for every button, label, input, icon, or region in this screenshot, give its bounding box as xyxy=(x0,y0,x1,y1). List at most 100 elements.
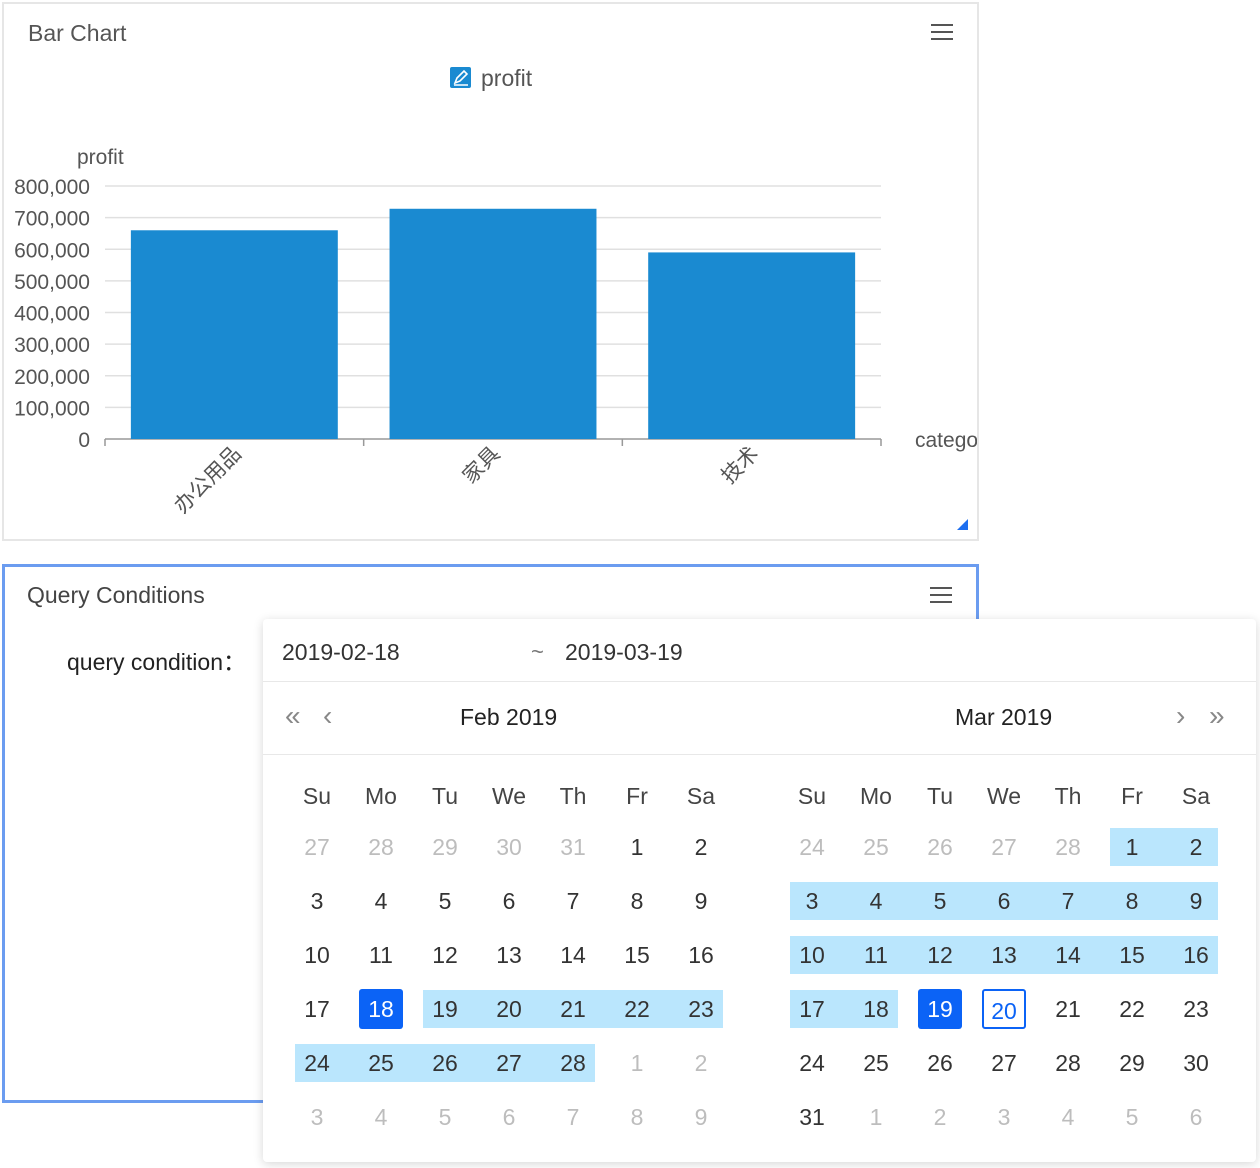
right-calendar-day[interactable]: 2 xyxy=(908,1090,972,1144)
left-calendar-day[interactable]: 2 xyxy=(669,1036,733,1090)
right-calendar-day[interactable]: 1 xyxy=(844,1090,908,1144)
left-calendar-day[interactable]: 31 xyxy=(541,820,605,874)
resize-handle-icon[interactable] xyxy=(957,519,968,530)
right-calendar-day[interactable]: 29 xyxy=(1100,1036,1164,1090)
left-calendar-day[interactable]: 29 xyxy=(413,820,477,874)
left-calendar-day[interactable]: 8 xyxy=(605,1090,669,1144)
left-calendar-day[interactable]: 7 xyxy=(541,874,605,928)
left-calendar-day[interactable]: 23 xyxy=(669,982,733,1036)
left-calendar-day[interactable]: 30 xyxy=(477,820,541,874)
query-condition-label: query condition： xyxy=(67,649,246,675)
left-calendar-day[interactable]: 5 xyxy=(413,874,477,928)
right-calendar-day[interactable]: 27 xyxy=(972,1036,1036,1090)
right-calendar-day[interactable]: 3 xyxy=(972,1090,1036,1144)
query-menu-icon[interactable] xyxy=(930,587,952,604)
left-calendar-day[interactable]: 3 xyxy=(285,1090,349,1144)
right-calendar-day[interactable]: 2 xyxy=(1164,820,1228,874)
left-calendar-day[interactable]: 6 xyxy=(477,1090,541,1144)
prev-month-button[interactable]: ‹ xyxy=(323,702,332,730)
left-calendar-day[interactable]: 25 xyxy=(349,1036,413,1090)
left-calendar-day[interactable]: 1 xyxy=(605,820,669,874)
left-calendar-day[interactable]: 12 xyxy=(413,928,477,982)
day-number: 14 xyxy=(1055,942,1081,968)
left-calendar-day[interactable]: 16 xyxy=(669,928,733,982)
right-calendar-day[interactable]: 5 xyxy=(1100,1090,1164,1144)
left-calendar-day[interactable]: 9 xyxy=(669,874,733,928)
prev-year-button[interactable]: « xyxy=(285,702,301,730)
day-number: 3 xyxy=(805,888,819,914)
right-calendar-day[interactable]: 12 xyxy=(908,928,972,982)
left-calendar-day[interactable]: 8 xyxy=(605,874,669,928)
right-calendar-day[interactable]: 27 xyxy=(972,820,1036,874)
right-calendar-day[interactable]: 4 xyxy=(844,874,908,928)
right-calendar-day[interactable]: 26 xyxy=(908,820,972,874)
right-calendar-day[interactable]: 9 xyxy=(1164,874,1228,928)
left-calendar-day[interactable]: 22 xyxy=(605,982,669,1036)
right-calendar-day[interactable]: 19 xyxy=(908,982,972,1036)
right-calendar-day[interactable]: 10 xyxy=(780,928,844,982)
left-calendar-day[interactable]: 3 xyxy=(285,874,349,928)
right-calendar-day[interactable]: 11 xyxy=(844,928,908,982)
right-calendar-day[interactable]: 15 xyxy=(1100,928,1164,982)
left-calendar-day[interactable]: 28 xyxy=(349,820,413,874)
right-calendar-day[interactable]: 25 xyxy=(844,820,908,874)
right-calendar-day[interactable]: 26 xyxy=(908,1036,972,1090)
day-number: 24 xyxy=(799,1050,825,1076)
right-calendar-day[interactable]: 1 xyxy=(1100,820,1164,874)
left-calendar-day[interactable]: 4 xyxy=(349,874,413,928)
day-number: 2 xyxy=(933,1104,947,1130)
next-year-button[interactable]: » xyxy=(1209,702,1225,730)
left-calendar-day[interactable]: 2 xyxy=(669,820,733,874)
left-calendar-day[interactable]: 5 xyxy=(413,1090,477,1144)
right-calendar-day[interactable]: 7 xyxy=(1036,874,1100,928)
left-calendar-day[interactable]: 20 xyxy=(477,982,541,1036)
left-calendar-day[interactable]: 4 xyxy=(349,1090,413,1144)
right-calendar-day[interactable]: 6 xyxy=(1164,1090,1228,1144)
left-calendar-day[interactable]: 11 xyxy=(349,928,413,982)
left-calendar-day[interactable]: 18 xyxy=(349,982,413,1036)
right-calendar-day[interactable]: 31 xyxy=(780,1090,844,1144)
left-calendar-day[interactable]: 1 xyxy=(605,1036,669,1090)
right-calendar-day[interactable]: 28 xyxy=(1036,820,1100,874)
right-calendar-day[interactable]: 17 xyxy=(780,982,844,1036)
left-calendar-day[interactable]: 27 xyxy=(285,820,349,874)
left-calendar-day[interactable]: 19 xyxy=(413,982,477,1036)
right-calendar-day[interactable]: 30 xyxy=(1164,1036,1228,1090)
right-calendar-day[interactable]: 3 xyxy=(780,874,844,928)
right-calendar-day[interactable]: 16 xyxy=(1164,928,1228,982)
right-calendar-day[interactable]: 28 xyxy=(1036,1036,1100,1090)
right-calendar-day[interactable]: 23 xyxy=(1164,982,1228,1036)
end-date-input[interactable]: 2019-03-19 xyxy=(565,639,683,666)
next-month-button[interactable]: › xyxy=(1176,702,1185,730)
right-calendar-day[interactable]: 18 xyxy=(844,982,908,1036)
left-calendar-day[interactable]: 15 xyxy=(605,928,669,982)
right-calendar-day[interactable]: 5 xyxy=(908,874,972,928)
right-calendar-day[interactable]: 24 xyxy=(780,1036,844,1090)
left-calendar-day[interactable]: 10 xyxy=(285,928,349,982)
right-calendar-day[interactable]: 4 xyxy=(1036,1090,1100,1144)
left-calendar-day[interactable]: 21 xyxy=(541,982,605,1036)
day-number: 5 xyxy=(933,888,947,914)
right-calendar-day[interactable]: 25 xyxy=(844,1036,908,1090)
right-calendar-day[interactable]: 21 xyxy=(1036,982,1100,1036)
left-calendar-day[interactable]: 9 xyxy=(669,1090,733,1144)
left-calendar-day[interactable]: 26 xyxy=(413,1036,477,1090)
left-calendar-day[interactable]: 7 xyxy=(541,1090,605,1144)
start-date-input[interactable]: 2019-02-18 xyxy=(282,639,400,666)
left-calendar-day[interactable]: 13 xyxy=(477,928,541,982)
right-calendar-title[interactable]: Mar 2019 xyxy=(955,704,1052,731)
left-calendar-title[interactable]: Feb 2019 xyxy=(460,704,557,731)
left-calendar-day[interactable]: 6 xyxy=(477,874,541,928)
left-calendar-day[interactable]: 14 xyxy=(541,928,605,982)
right-calendar-day[interactable]: 13 xyxy=(972,928,1036,982)
right-calendar-day[interactable]: 22 xyxy=(1100,982,1164,1036)
left-calendar-day[interactable]: 24 xyxy=(285,1036,349,1090)
right-calendar-day[interactable]: 24 xyxy=(780,820,844,874)
right-calendar-day[interactable]: 14 xyxy=(1036,928,1100,982)
left-calendar-day[interactable]: 28 xyxy=(541,1036,605,1090)
left-calendar-day[interactable]: 27 xyxy=(477,1036,541,1090)
left-calendar-day[interactable]: 17 xyxy=(285,982,349,1036)
right-calendar-day[interactable]: 8 xyxy=(1100,874,1164,928)
right-calendar-day[interactable]: 6 xyxy=(972,874,1036,928)
right-calendar-day[interactable]: 20 xyxy=(972,982,1036,1036)
